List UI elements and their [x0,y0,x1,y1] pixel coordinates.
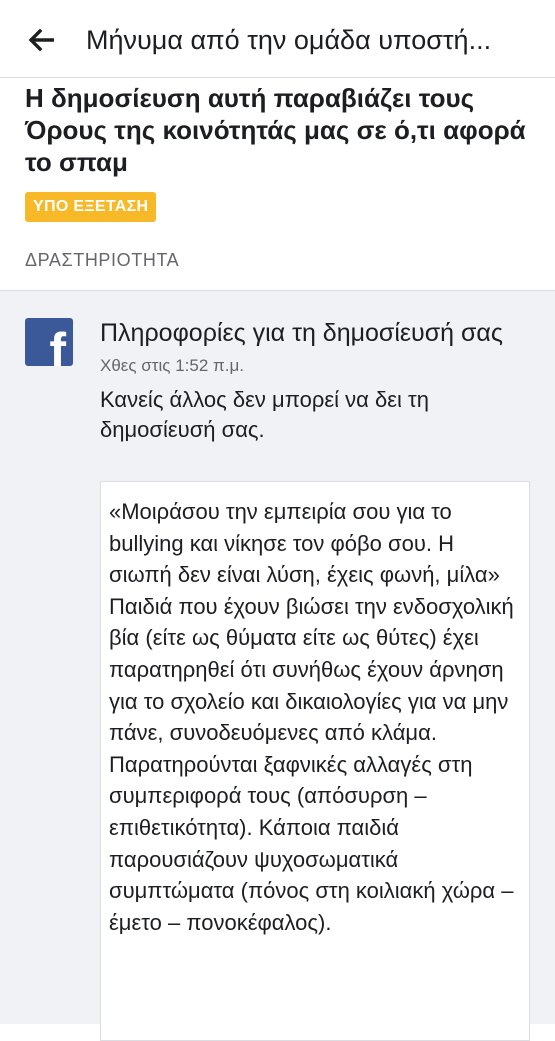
activity-description: Κανείς άλλος δεν μπορεί να δει τη δημοσί… [100,387,429,442]
activity-item: Πληροφορίες για τη δημοσίευσή σας Χθες σ… [100,317,540,445]
arrow-left-icon [28,28,54,52]
notice-header: Η δημοσίευση αυτή παραβιάζει τους Όρους … [25,82,530,222]
status-badge: ΥΠΟ ΕΞΕΤΑΣΗ [25,192,157,222]
top-app-bar: Μήνυμα από την ομάδα υποστή... [0,0,555,78]
page-title: Μήνυμα από την ομάδα υποστή... [86,25,492,55]
back-button[interactable] [22,22,62,58]
activity-panel: f Πληροφορίες για τη δημοσίευσή σας Χθες… [0,290,555,1041]
post-preview[interactable]: «Μοιράσου την εμπειρία σου για το bullyi… [100,481,530,1041]
facebook-logo-icon: f [25,318,73,366]
activity-timestamp: Χθες στις 1:52 π.μ. [100,356,244,375]
violation-headline: Η δημοσίευση αυτή παραβιάζει τους Όρους … [25,83,526,177]
activity-section-label: ΔΡΑΣΤΗΡΙΟΤΗΤΑ [25,250,180,270]
activity-item-title: Πληροφορίες για τη δημοσίευσή σας [100,319,503,347]
